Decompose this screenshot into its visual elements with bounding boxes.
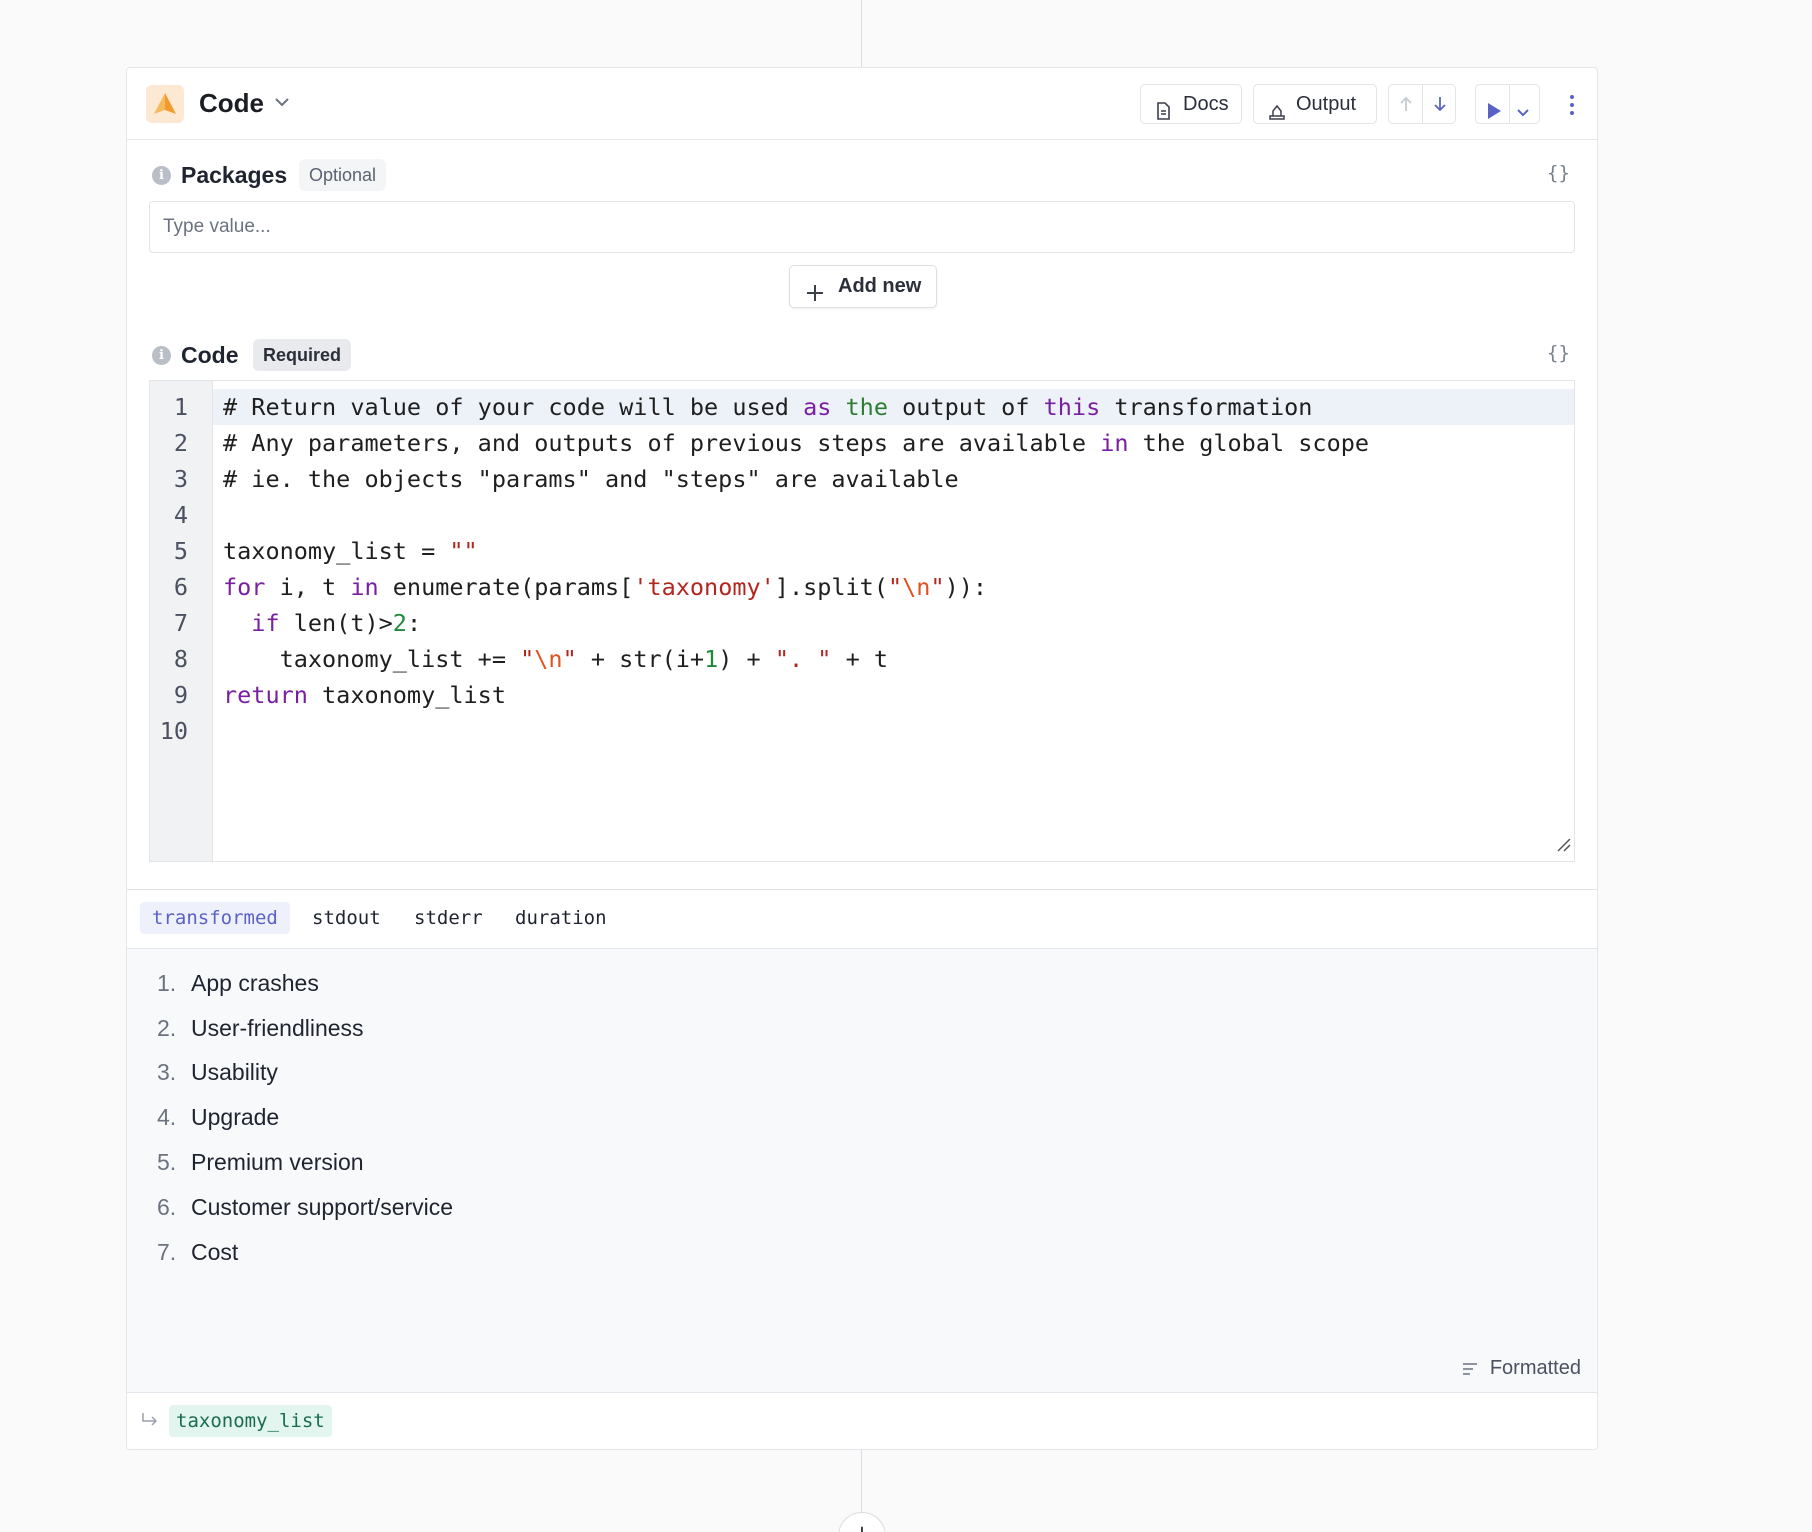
arrow-up-icon bbox=[1400, 96, 1412, 111]
run-options-chevron-icon[interactable] bbox=[1515, 96, 1531, 134]
step-title[interactable]: Code bbox=[199, 85, 264, 121]
output-label: Output bbox=[1296, 93, 1357, 115]
code-line[interactable]: if len(t)>2: bbox=[223, 605, 421, 641]
info-icon[interactable]: i bbox=[152, 166, 171, 185]
line-number: 9 bbox=[173, 681, 188, 709]
braces-icon[interactable]: {} bbox=[1547, 342, 1570, 364]
tab-transformed[interactable]: transformed bbox=[140, 902, 290, 934]
export-variable-tag[interactable]: taxonomy_list bbox=[169, 1405, 332, 1437]
output-button[interactable]: Output bbox=[1253, 84, 1377, 124]
list-item: 4. Upgrade bbox=[157, 1104, 280, 1130]
output-panel: 1. App crashes 2. User-friendliness 3. Usab… bbox=[127, 949, 1597, 1392]
code-step-card: Code Docs Output i Packages Optional {} … bbox=[126, 67, 1598, 1450]
resize-handle-icon[interactable] bbox=[1556, 831, 1572, 859]
run-step-button[interactable] bbox=[1475, 84, 1540, 124]
more-vertical-icon[interactable] bbox=[1564, 92, 1580, 118]
output-tabs: transformed stdout stderr duration bbox=[127, 889, 1597, 949]
move-up-button[interactable] bbox=[1389, 85, 1423, 123]
chevron-down-icon[interactable] bbox=[273, 93, 291, 116]
line-number: 1 bbox=[173, 393, 188, 421]
list-item: 2. User-friendliness bbox=[157, 1015, 364, 1041]
line-number: 10 bbox=[159, 717, 188, 745]
document-icon bbox=[1155, 95, 1171, 133]
packages-input[interactable]: Type value... bbox=[149, 201, 1575, 253]
list-item: 1. App crashes bbox=[157, 970, 319, 996]
line-number: 5 bbox=[173, 537, 188, 565]
list-item: 3. Usability bbox=[157, 1059, 278, 1085]
braces-icon[interactable]: {} bbox=[1547, 162, 1570, 184]
flow-connector-top bbox=[861, 0, 862, 68]
tab-duration[interactable]: duration bbox=[503, 902, 619, 934]
output-icon bbox=[1268, 95, 1286, 133]
line-number: 3 bbox=[173, 465, 188, 493]
code-line[interactable]: # ie. the objects "params" and "steps" a… bbox=[223, 461, 959, 497]
plus-icon bbox=[805, 277, 825, 318]
code-editor[interactable]: 1 2 3 4 5 6 7 8 9 10 # Return value of y… bbox=[149, 380, 1575, 862]
code-label: Code bbox=[181, 342, 239, 368]
export-row: taxonomy_list bbox=[127, 1392, 1597, 1449]
packages-label: Packages bbox=[181, 162, 288, 188]
add-new-button[interactable]: Add new bbox=[789, 265, 937, 308]
code-line[interactable]: taxonomy_list += "\n" + str(i+1) + ". " … bbox=[223, 641, 888, 677]
code-line[interactable]: # Return value of your code will be used… bbox=[223, 389, 1312, 425]
add-new-label: Add new bbox=[838, 275, 922, 297]
code-line[interactable]: # Any parameters, and outputs of previou… bbox=[223, 425, 1369, 461]
formatted-lines-icon bbox=[1462, 1363, 1477, 1375]
docs-label: Docs bbox=[1183, 93, 1229, 115]
line-number: 6 bbox=[173, 573, 188, 601]
list-item: 5. Premium version bbox=[157, 1149, 364, 1175]
tab-stdout[interactable]: stdout bbox=[300, 902, 393, 934]
code-line[interactable]: return taxonomy_list bbox=[223, 677, 506, 713]
code-line[interactable]: taxonomy_list = "" bbox=[223, 533, 478, 569]
line-number: 7 bbox=[173, 609, 188, 637]
flow-connector-bottom bbox=[861, 1450, 862, 1512]
line-number: 8 bbox=[173, 645, 188, 673]
line-number: 2 bbox=[173, 429, 188, 457]
list-item: 6. Customer support/service bbox=[157, 1194, 454, 1220]
move-step-buttons bbox=[1388, 84, 1456, 124]
divider bbox=[1509, 85, 1510, 123]
move-down-button[interactable] bbox=[1423, 85, 1457, 123]
code-line[interactable]: for i, t in enumerate(params['taxonomy']… bbox=[223, 569, 987, 605]
step-header: Code Docs Output bbox=[127, 68, 1597, 140]
optional-badge: Optional bbox=[299, 159, 387, 191]
export-arrow-icon bbox=[140, 1412, 160, 1435]
tab-stderr[interactable]: stderr bbox=[402, 902, 495, 934]
list-item: 7. Cost bbox=[157, 1239, 239, 1265]
docs-button[interactable]: Docs bbox=[1140, 84, 1242, 124]
arrow-down-icon bbox=[1434, 97, 1446, 112]
add-step-button[interactable]: + bbox=[838, 1512, 886, 1532]
required-badge: Required bbox=[253, 339, 352, 371]
code-app-icon bbox=[146, 85, 184, 123]
formatted-toggle[interactable]: Formatted bbox=[1462, 1354, 1581, 1382]
formatted-label: Formatted bbox=[1489, 1357, 1581, 1379]
play-icon[interactable] bbox=[1486, 95, 1502, 133]
line-number: 4 bbox=[173, 501, 188, 529]
info-icon[interactable]: i bbox=[152, 346, 171, 365]
